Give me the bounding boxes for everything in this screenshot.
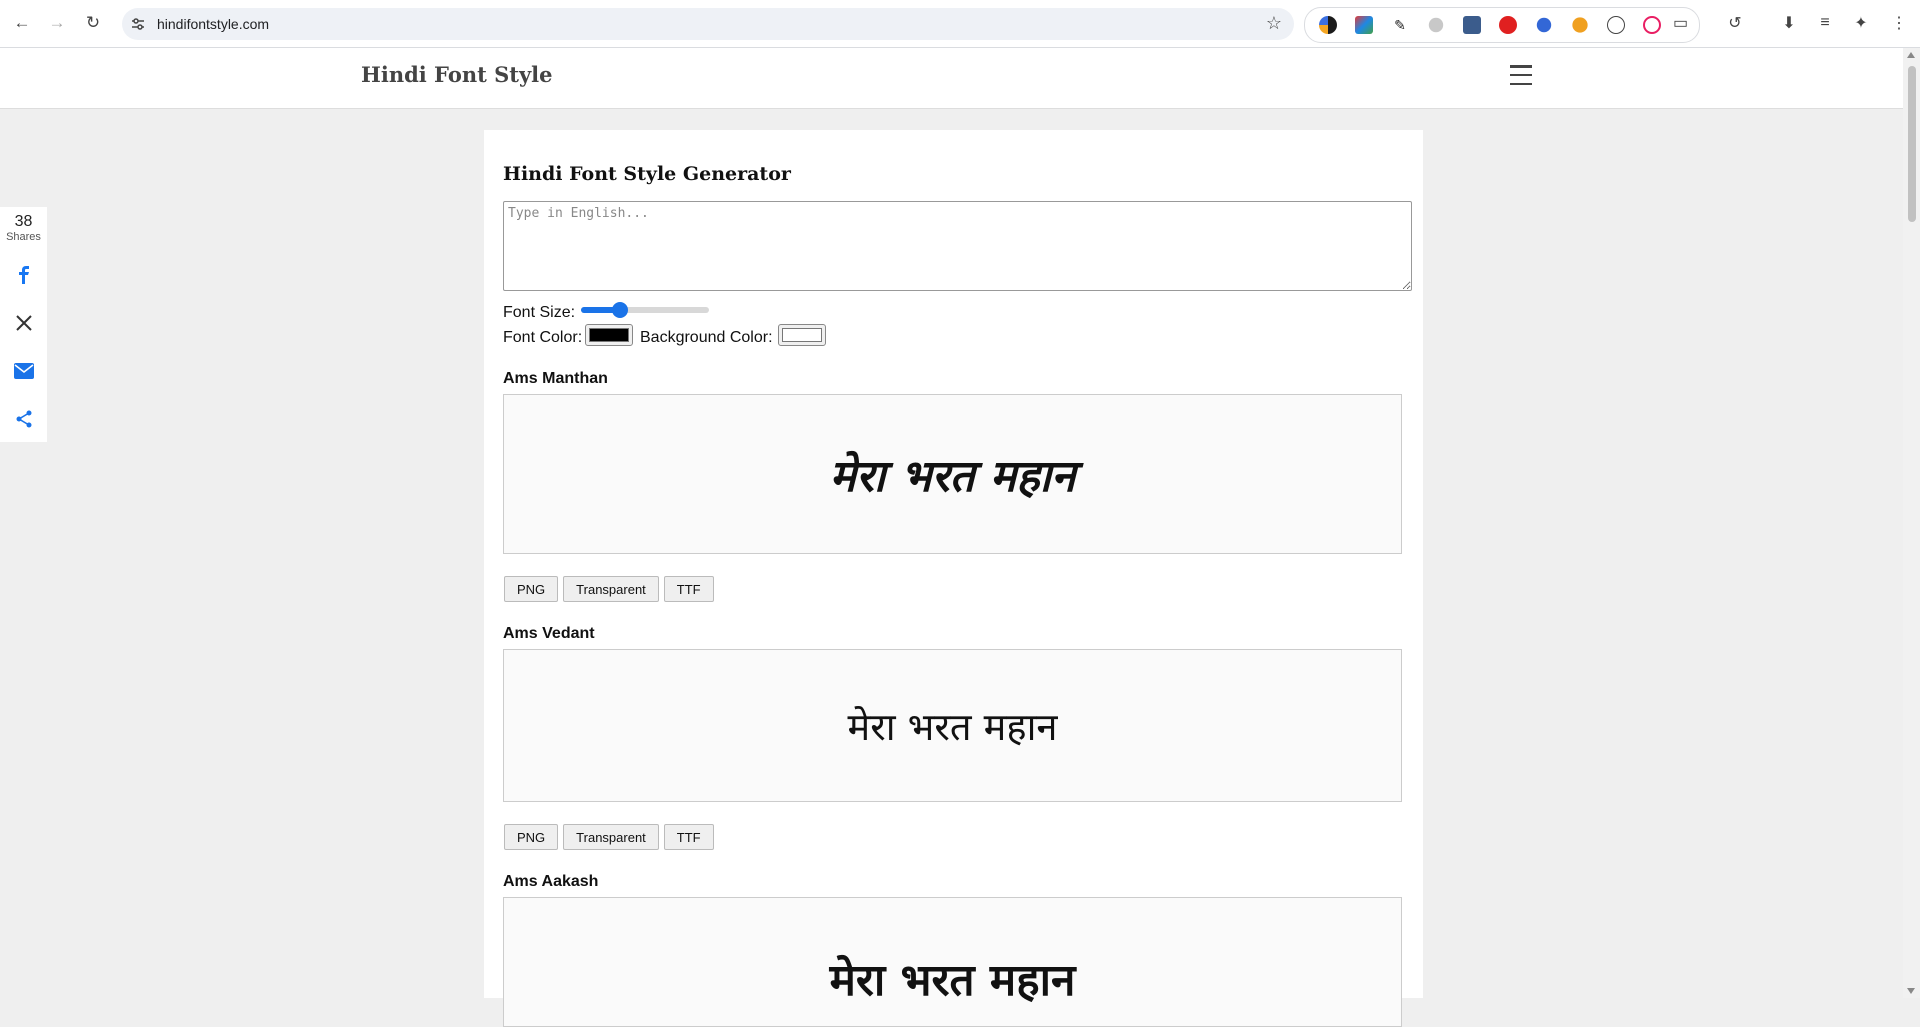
scroll-down-icon[interactable] bbox=[1907, 988, 1915, 994]
site-title[interactable]: Hindi Font Style bbox=[361, 62, 553, 87]
share-label: Shares bbox=[6, 231, 41, 243]
menu-icon[interactable]: ⋮ bbox=[1888, 12, 1910, 34]
font-name: Ams Manthan bbox=[503, 370, 608, 387]
image-extension-icon[interactable] bbox=[1463, 16, 1481, 34]
font-color-picker[interactable] bbox=[585, 324, 633, 346]
font-preview: मेरा भरत महान bbox=[503, 394, 1402, 554]
font-size-slider[interactable] bbox=[581, 302, 709, 318]
ttf-button[interactable]: TTF bbox=[663, 576, 714, 602]
browser-toolbar: ← → ↻ hindifontstyle.com ☆ ✎ ▭ ↺ ⬇ ≡ ✦ ⋮ bbox=[0, 0, 1920, 48]
font-name: Ams Vedant bbox=[503, 625, 595, 642]
pen-extension-icon[interactable]: ✎ bbox=[1391, 16, 1409, 34]
png-button[interactable]: PNG bbox=[504, 824, 559, 850]
extension-icon[interactable] bbox=[1572, 17, 1588, 33]
scroll-up-icon[interactable] bbox=[1907, 52, 1915, 58]
page-scrollbar[interactable] bbox=[1903, 48, 1920, 998]
transparent-button[interactable]: Transparent bbox=[563, 824, 659, 850]
background-color-label: Background Color: bbox=[640, 329, 773, 346]
site-header: Hindi Font Style bbox=[0, 48, 1903, 109]
generator-card: Hindi Font Style Generator Font Size: Fo… bbox=[484, 130, 1423, 1027]
slider-thumb[interactable] bbox=[612, 302, 628, 318]
share-bar: 38 Shares bbox=[0, 207, 47, 442]
ttf-button[interactable]: TTF bbox=[663, 824, 714, 850]
reload-icon[interactable]: ↻ bbox=[82, 12, 104, 34]
history-icon[interactable]: ↺ bbox=[1724, 12, 1746, 34]
extension-icon[interactable] bbox=[1319, 16, 1337, 34]
preview-text: मेरा भरत महान bbox=[829, 955, 1076, 1006]
font-preview: मेरा भरत महान bbox=[503, 649, 1402, 802]
address-bar[interactable]: hindifontstyle.com ☆ bbox=[122, 8, 1294, 40]
extensions-puzzle-icon[interactable]: ▭ bbox=[1673, 14, 1691, 32]
back-icon[interactable]: ← bbox=[11, 12, 33, 34]
font-color-label: Font Color: bbox=[503, 329, 583, 346]
share-icon[interactable] bbox=[13, 408, 35, 430]
preview-text: मेरा भरत महान bbox=[829, 451, 1076, 502]
x-twitter-icon[interactable] bbox=[13, 312, 35, 334]
font-preview: मेरा भरत महान bbox=[503, 897, 1402, 1027]
facebook-icon[interactable] bbox=[13, 264, 35, 286]
media-icon[interactable]: ≡ bbox=[1814, 12, 1836, 34]
transparent-button[interactable]: Transparent bbox=[563, 576, 659, 602]
font-name: Ams Aakash bbox=[503, 873, 599, 890]
share-count: 38 bbox=[14, 213, 33, 230]
text-input[interactable] bbox=[503, 201, 1412, 291]
background-color-picker[interactable] bbox=[778, 324, 826, 346]
download-buttons: PNG Transparent TTF bbox=[504, 576, 714, 602]
download-buttons: PNG Transparent TTF bbox=[504, 824, 714, 850]
png-button[interactable]: PNG bbox=[504, 576, 559, 602]
profile-icon[interactable]: ✦ bbox=[1850, 12, 1872, 34]
globe-extension-icon[interactable] bbox=[1607, 16, 1625, 34]
extension-icon[interactable] bbox=[1643, 16, 1661, 34]
generator-title: Hindi Font Style Generator bbox=[503, 163, 791, 185]
forward-icon[interactable]: → bbox=[46, 12, 68, 34]
url-text: hindifontstyle.com bbox=[157, 16, 270, 32]
hamburger-menu-icon[interactable] bbox=[1510, 65, 1532, 85]
extension-icon[interactable] bbox=[1428, 17, 1444, 33]
extensions-group: ✎ ▭ bbox=[1304, 7, 1700, 43]
bookmark-star-icon[interactable]: ☆ bbox=[1266, 13, 1282, 34]
scrollbar-thumb[interactable] bbox=[1908, 66, 1916, 222]
email-icon[interactable] bbox=[13, 360, 35, 382]
download-icon[interactable]: ⬇ bbox=[1778, 12, 1800, 34]
preview-text: मेरा भरत महान bbox=[847, 704, 1058, 749]
extension-icon[interactable] bbox=[1536, 17, 1552, 33]
opera-extension-icon[interactable] bbox=[1499, 16, 1517, 34]
font-size-label: Font Size: bbox=[503, 304, 576, 321]
site-settings-icon[interactable] bbox=[130, 16, 146, 32]
extension-icon[interactable] bbox=[1355, 16, 1373, 34]
